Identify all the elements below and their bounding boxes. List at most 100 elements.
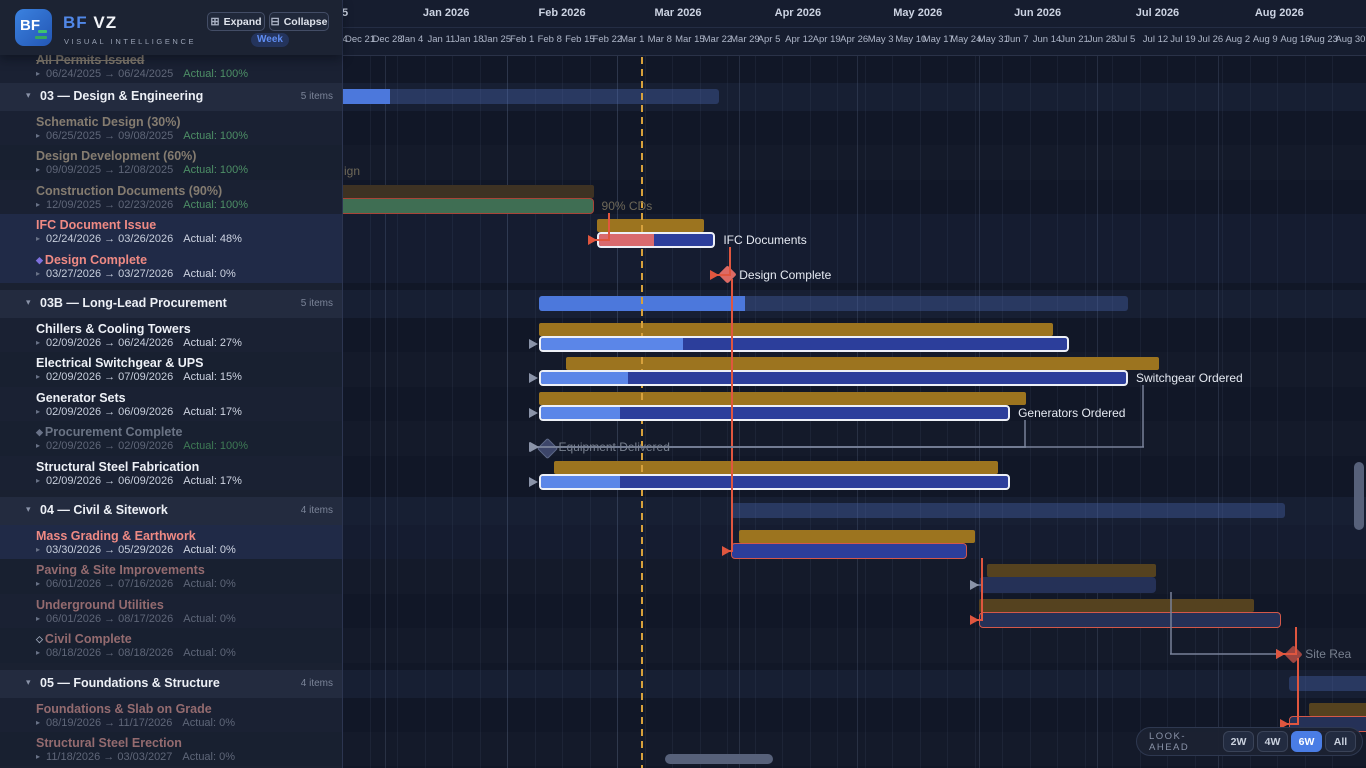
task-actual-percent: Actual: 100% [183,199,248,211]
task-dates: ▸09/09/2025 → 12/08/2025Actual: 100% [36,164,248,176]
summary-progress [342,89,390,104]
logo-text: BF [20,17,40,34]
task-row-foundations[interactable]: Foundations & Slab on Grade▸08/19/2026 →… [0,698,342,732]
summary-bar[interactable] [731,503,1285,518]
task-bar-ifc[interactable] [597,232,715,248]
month-label: Jan 2026 [423,7,469,19]
bar-label-switchgear: Switchgear Ordered [1136,370,1243,386]
section-item-count: 5 items [301,91,333,102]
bar-label-generators: Generators Ordered [1018,405,1125,421]
task-row-steelerection[interactable]: Structural Steel Erection▸11/18/2026 → 0… [0,732,342,766]
week-label: May 24 [950,34,981,45]
milestone-diamond-icon: ◆ [36,255,43,265]
task-actual-percent: Actual: 0% [183,613,236,625]
task-row-paving[interactable]: Paving & Site Improvements▸06/01/2026 → … [0,559,342,593]
task-dates: ▸02/09/2026 → 02/09/2026Actual: 100% [36,440,248,452]
timeline-header: Dec 2025Jan 2026Feb 2026Mar 2026Apr 2026… [342,0,1366,56]
task-bar-underground[interactable] [979,612,1282,628]
task-dates: ▸08/18/2026 → 08/18/2026Actual: 0% [36,647,236,659]
bar-label-designdev: ign [344,163,360,179]
task-row-generators[interactable]: Generator Sets▸02/09/2026 → 06/09/2026Ac… [0,387,342,421]
chevron-down-icon[interactable]: ▾ [26,504,31,515]
task-title: ◇Civil Complete [36,632,132,646]
time-scale-badge[interactable]: Week [251,33,289,47]
row-bullet-icon: ▸ [36,579,40,588]
vertical-scrollbar-thumb[interactable] [1354,462,1364,530]
task-row-cc[interactable]: ◇Civil Complete▸08/18/2026 → 08/18/2026A… [0,628,342,662]
task-row-dc[interactable]: ◆Design Complete▸03/27/2026 → 03/27/2026… [0,249,342,283]
task-row-switchgear[interactable]: Electrical Switchgear & UPS▸02/09/2026 →… [0,352,342,386]
chart-row-band [342,628,1366,662]
task-bar-generators[interactable] [539,405,1011,421]
task-dates: ▸02/09/2026 → 06/24/2026Actual: 27% [36,337,242,349]
task-title: Generator Sets [36,391,126,405]
task-bar-chillers[interactable] [539,336,1070,352]
task-row-ifc[interactable]: IFC Document Issue▸02/24/2026 → 03/26/20… [0,214,342,248]
task-dates: ▸08/19/2026 → 11/17/2026Actual: 0% [36,717,235,729]
task-actual-percent: Actual: 100% [183,164,248,176]
task-sidebar: All Permits Issued▸06/24/2025 → 06/24/20… [0,0,343,768]
row-bullet-icon: ▸ [36,441,40,450]
section-row-s03[interactable]: ▾03 — Design & Engineering5 items [0,83,342,111]
row-bullet-icon: ▸ [36,476,40,485]
app-logo: BF [15,9,52,46]
task-bar-massgrading[interactable] [731,543,967,559]
dependency-line [1295,627,1297,654]
week-label: Feb 1 [510,34,534,45]
task-title: Structural Steel Fabrication [36,460,199,474]
collapse-all-button[interactable]: ⊟Collapse [269,12,329,31]
baseline-bar [539,323,1054,336]
section-item-count: 5 items [301,298,333,309]
chevron-down-icon[interactable]: ▾ [26,90,31,101]
task-dates: ▸02/09/2026 → 07/09/2026Actual: 15% [36,371,242,383]
dependency-line [981,558,983,620]
collapse-icon: ⊟ [271,16,280,28]
task-row-massgrading[interactable]: Mass Grading & Earthwork▸03/30/2026 → 05… [0,525,342,559]
bar-label-dc: Design Complete [739,267,831,283]
dependency-line [731,279,733,551]
task-row-cd[interactable]: Construction Documents (90%)▸12/09/2025 … [0,180,342,214]
task-dates: ▸06/24/2025 → 06/24/2025Actual: 100% [36,68,248,80]
task-row-chillers[interactable]: Chillers & Cooling Towers▸02/09/2026 → 0… [0,318,342,352]
task-bar-progress [541,372,629,384]
expand-all-button[interactable]: ⊞Expand [207,12,265,31]
task-bar-paving[interactable] [979,577,1156,593]
section-row-s04[interactable]: ▾04 — Civil & Sitework4 items [0,497,342,525]
lookahead-6w-button[interactable]: 6W [1291,731,1322,752]
task-bar-steelfab[interactable] [539,474,1011,490]
task-actual-percent: Actual: 15% [183,371,242,383]
task-actual-percent: Actual: 48% [183,233,242,245]
task-row-schematic[interactable]: Schematic Design (30%)▸06/25/2025 → 09/0… [0,111,342,145]
row-bullet-icon: ▸ [36,718,40,727]
task-row-steelfab[interactable]: Structural Steel Fabrication▸02/09/2026 … [0,456,342,490]
summary-bar[interactable] [539,296,1129,311]
horizontal-scrollbar-thumb[interactable] [665,754,773,764]
lookahead-all-button[interactable]: All [1325,731,1356,752]
gantt-app: ign90% CDsIFC DocumentsDesign CompleteSw… [0,0,1366,768]
row-bullet-icon: ▸ [36,131,40,140]
lookahead-4w-button[interactable]: 4W [1257,731,1288,752]
chevron-down-icon[interactable]: ▾ [26,677,31,688]
week-label: Jan 25 [483,34,512,45]
task-bar-switchgear[interactable] [539,370,1129,386]
task-actual-percent: Actual: 17% [183,406,242,418]
task-bar-cd[interactable] [342,198,594,214]
month-label: Jul 2026 [1136,7,1179,19]
week-label: Jan 11 [428,34,456,45]
chevron-down-icon[interactable]: ▾ [26,297,31,308]
lookahead-2w-button[interactable]: 2W [1223,731,1254,752]
task-actual-percent: Actual: 0% [183,578,236,590]
task-actual-percent: Actual: 100% [183,130,248,142]
task-row-designdev[interactable]: Design Development (60%)▸09/09/2025 → 12… [0,145,342,179]
section-row-s05[interactable]: ▾05 — Foundations & Structure4 items [0,670,342,698]
task-actual-percent: Actual: 100% [183,68,248,80]
task-row-pc[interactable]: ◆Procurement Complete▸02/09/2026 → 02/09… [0,421,342,455]
summary-bar[interactable] [342,89,719,104]
week-label: Apr 12 [785,34,813,45]
section-row-s03b[interactable]: ▾03B — Long-Lead Procurement5 items [0,290,342,318]
baseline-bar [554,461,998,474]
summary-bar[interactable] [1289,676,1366,691]
week-label: Jul 5 [1115,34,1135,45]
chart-row-band [342,421,1366,455]
task-row-underground[interactable]: Underground Utilities▸06/01/2026 → 08/17… [0,594,342,628]
